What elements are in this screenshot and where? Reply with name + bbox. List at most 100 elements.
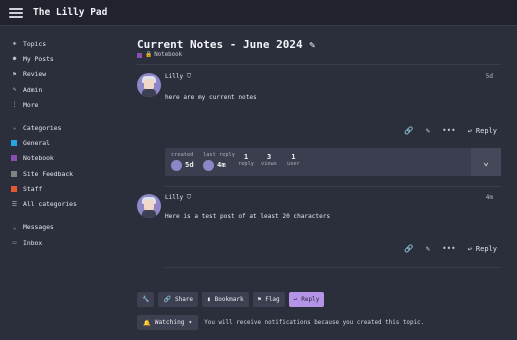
category-color-swatch (11, 170, 17, 177)
sidebar-all-categories[interactable]: ☰ All categories (0, 197, 118, 212)
categories-section-toggle[interactable]: ⌄ Categories (0, 120, 118, 135)
meta-users: 1 user (287, 152, 300, 167)
flag-button-label: Flag (265, 296, 280, 303)
wrench-icon: ✎ (12, 86, 17, 94)
flag-icon: ⚑ (12, 70, 17, 78)
wrench-icon: 🔧 (142, 296, 150, 303)
reply-icon: ↩ (467, 244, 472, 253)
post-body: Here is a test post of at least 20 chara… (165, 213, 331, 220)
user-icon: ● (12, 55, 17, 63)
sidebar-item-my-posts[interactable]: ● My Posts (0, 51, 118, 66)
topic-footer-buttons: 🔧 🔗 Share ▮ Bookmark ⚑ Flag ↩ Reply (137, 292, 325, 307)
inbox-icon: ▭ (12, 239, 17, 247)
reply-icon: ↩ (293, 296, 298, 303)
sidebar-item-label: Site Feedback (23, 169, 74, 178)
meta-last-reply[interactable]: last reply 4m (203, 152, 235, 171)
link-icon: 🔗 (163, 296, 171, 303)
sidebar-item-label: All categories (23, 200, 77, 209)
reply-icon: ↩ (467, 126, 472, 135)
chevron-down-icon: ⌄ (12, 223, 17, 231)
post-date[interactable]: 4m (486, 194, 493, 201)
sidebar-category-general[interactable]: General (0, 135, 118, 150)
more-icon[interactable]: ••• (442, 126, 456, 135)
post: Lilly ⛉ 5d here are my current notes 🔗 ✎… (137, 73, 501, 208)
post-author[interactable]: Lilly ⛉ (165, 194, 191, 202)
meta-label: reply (238, 161, 254, 167)
chevron-down-icon: ⌄ (12, 124, 17, 132)
sidebar-item-review[interactable]: ⚑ Review (0, 67, 118, 82)
notification-level-dropdown[interactable]: 🔔 Watching ▾ (137, 315, 199, 330)
avatar (171, 160, 182, 171)
reply-button-label: Reply (475, 126, 497, 135)
sidebar-item-topics[interactable]: ◈ Topics (0, 36, 118, 51)
reply-button-label: Reply (301, 296, 320, 303)
reply-button[interactable]: ↩ Reply (468, 127, 497, 135)
topic-title-text: Current Notes - June 2024 (137, 38, 303, 51)
post-actions: 🔗 ✎ ••• ↩ Reply (404, 126, 497, 135)
topic-reply-button[interactable]: ↩ Reply (288, 292, 325, 307)
topic-map: created 5d last reply 4m 1 reply 3 views… (165, 148, 501, 176)
flag-button[interactable]: ⚑ Flag (252, 292, 285, 307)
sidebar-item-inbox[interactable]: ▭ Inbox (0, 235, 118, 250)
sidebar-item-label: Inbox (23, 238, 43, 247)
notification-controls: 🔔 Watching ▾ You will receive notification… (137, 315, 424, 330)
topic-category-badge[interactable]: 🔒 Notebook (137, 52, 182, 58)
link-icon[interactable]: 🔗 (404, 126, 413, 135)
expand-topic-map-button[interactable]: ⌄ (471, 148, 501, 176)
post: Lilly ⛉ 4m Here is a test post of at lea… (137, 194, 501, 284)
admin-wrench-button[interactable]: 🔧 (137, 292, 155, 307)
messages-section-toggle[interactable]: ⌄ Messages (0, 220, 118, 235)
meta-label: user (287, 161, 300, 167)
hamburger-icon[interactable] (9, 7, 23, 18)
link-icon[interactable]: 🔗 (404, 244, 413, 253)
bookmark-button[interactable]: ▮ Bookmark (202, 292, 249, 307)
post-author[interactable]: Lilly ⛉ (165, 73, 191, 81)
sidebar-item-label: Topics (23, 39, 47, 48)
post-body: here are my current notes (165, 94, 257, 101)
caret-down-icon: ▾ (188, 319, 193, 326)
meta-value: 1 (291, 152, 296, 161)
category-color-swatch (137, 52, 142, 58)
meta-value: 5d (185, 160, 194, 169)
layers-icon: ◈ (12, 40, 17, 48)
share-button-label: Share (174, 296, 194, 303)
meta-label: views (261, 161, 277, 167)
sidebar-category-site-feedback[interactable]: Site Feedback (0, 166, 118, 181)
list-icon: ☰ (11, 200, 18, 208)
site-header: The Lilly Pad (0, 0, 517, 26)
sidebar-item-admin[interactable]: ✎ Admin (0, 82, 118, 97)
sidebar-item-label: More (23, 100, 39, 109)
pencil-icon[interactable]: ✎ (426, 126, 431, 135)
meta-created[interactable]: created 5d (171, 152, 194, 171)
pencil-icon[interactable]: ✎ (309, 40, 315, 51)
pencil-icon[interactable]: ✎ (426, 244, 431, 253)
bell-icon: 🔔 (143, 319, 151, 327)
meta-label: last reply (203, 152, 235, 158)
category-label: Notebook (154, 52, 183, 58)
more-icon[interactable]: ••• (442, 244, 456, 253)
category-color-swatch (11, 140, 17, 147)
sidebar-category-notebook[interactable]: Notebook (0, 151, 118, 166)
sidebar-item-more[interactable]: ⋮ More (0, 97, 118, 112)
share-button[interactable]: 🔗 Share (158, 292, 199, 307)
post-date[interactable]: 5d (486, 73, 493, 80)
post-actions: 🔗 ✎ ••• ↩ Reply (404, 244, 497, 253)
avatar[interactable] (137, 73, 161, 97)
divider (165, 186, 501, 187)
categories-heading: Categories (23, 123, 62, 132)
divider (165, 267, 501, 268)
sidebar-item-label: My Posts (23, 54, 54, 63)
avatar[interactable] (137, 194, 161, 218)
site-title[interactable]: The Lilly Pad (33, 7, 107, 18)
meta-value: 1 (243, 152, 249, 161)
sidebar-category-staff[interactable]: Staff (0, 181, 118, 196)
divider (137, 64, 501, 65)
bookmark-icon: ▮ (207, 296, 211, 303)
category-color-swatch (11, 186, 17, 193)
meta-replies: 1 reply (238, 152, 254, 167)
notification-level-label: Watching (154, 319, 185, 326)
reply-button[interactable]: ↩ Reply (468, 245, 497, 253)
category-color-swatch (11, 155, 17, 162)
sidebar-item-label: Review (23, 70, 47, 79)
vertical-dots-icon: ⋮ (11, 101, 18, 109)
